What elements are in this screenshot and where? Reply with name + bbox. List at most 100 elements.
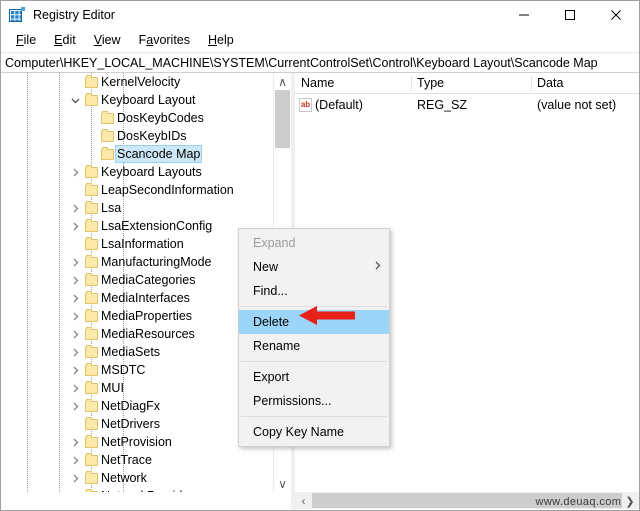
tree-item-label: MediaCategories [101,273,196,287]
context-menu-item-find[interactable]: Find... [239,279,389,303]
minimize-button[interactable] [501,1,547,28]
folder-icon [83,379,99,397]
menu-edit[interactable]: Edit [45,31,85,49]
watermark: www.deuaq.com ❯ [535,495,635,509]
tree-item-mediasets[interactable]: MediaSets [1,343,273,361]
tree-item-label: Keyboard Layout [101,93,196,107]
folder-icon [83,181,99,199]
tree-item-doskeybids[interactable]: DosKeybIDs [1,127,273,145]
menu-file[interactable]: File [7,31,45,49]
tree-item-msdtc[interactable]: MSDTC [1,361,273,379]
context-menu[interactable]: Expand New Find... Delete Rename Export Permis… [238,228,390,447]
tree-item-label: LsaExtensionConfig [101,219,213,233]
tree-item-network[interactable]: Network [1,469,273,487]
tree-item-label: NetDiagFx [101,399,161,413]
chevron-right-icon[interactable] [67,163,83,181]
folder-icon [83,433,99,451]
tree-item-nettrace[interactable]: NetTrace [1,451,273,469]
chevron-right-icon[interactable] [67,469,83,487]
folder-icon [83,415,99,433]
chevron-right-icon[interactable] [67,361,83,379]
tree-item-manufacturingmode[interactable]: ManufacturingMode [1,253,273,271]
tree-item-lsa[interactable]: Lsa [1,199,273,217]
tree-item-netdrivers[interactable]: NetDrivers [1,415,273,433]
tree-item-kernelvelocity[interactable]: KernelVelocity [1,73,273,91]
chevron-right-icon[interactable] [67,199,83,217]
title-bar: Registry Editor [1,1,639,28]
chevron-right-icon[interactable] [67,253,83,271]
chevron-right-icon[interactable] [67,433,83,451]
tree-item-mediainterfaces[interactable]: MediaInterfaces [1,289,273,307]
key-tree[interactable]: KernelVelocity Keyboard Layout DosKeybCode… [1,73,273,492]
list-hscroll-left-arrow[interactable]: ‹ [295,492,312,509]
context-menu-item-export[interactable]: Export [239,365,389,389]
menu-help[interactable]: Help [199,31,243,49]
tree-item-label: LeapSecondInformation [101,183,234,197]
menu-view[interactable]: View [85,31,130,49]
tree-item-label: NetTrace [101,453,152,467]
tree-item-lsaextensionconfig[interactable]: LsaExtensionConfig [1,217,273,235]
context-menu-item-label: Permissions... [253,394,332,408]
content-area: KernelVelocity Keyboard Layout DosKeybCode… [1,73,639,510]
chevron-down-icon[interactable] [67,91,83,109]
tree-item-doskeybcodes[interactable]: DosKeybCodes [1,109,273,127]
chevron-right-icon[interactable] [67,397,83,415]
context-menu-item-copy-key-name[interactable]: Copy Key Name [239,420,389,444]
chevron-right-icon[interactable] [67,289,83,307]
column-header-data[interactable]: Data [531,73,639,93]
folder-icon [83,307,99,325]
tree-item-label: MediaSets [101,345,161,359]
table-row[interactable]: ab (Default) REG_SZ (value not set) [295,95,639,115]
address-bar[interactable]: Computer\HKEY_LOCAL_MACHINE\SYSTEM\Curre… [1,52,639,73]
chevron-right-icon[interactable] [67,271,83,289]
tree-item-label: LsaInformation [101,237,184,251]
chevron-right-icon[interactable] [67,451,83,469]
tree-item-keyboard-layout[interactable]: Keyboard Layout [1,91,273,109]
chevron-right-icon[interactable] [67,217,83,235]
tree-item-scancode-map[interactable]: Scancode Map [1,145,273,163]
tree-item-mediaresources[interactable]: MediaResources [1,325,273,343]
chevron-right-icon[interactable] [67,325,83,343]
tree-item-label: Lsa [101,201,122,215]
tree-scrollbar-thumb[interactable] [275,90,290,148]
maximize-button[interactable] [547,1,593,28]
tree-item-lsainformation[interactable]: LsaInformation [1,235,273,253]
tree-item-label: MediaInterfaces [101,291,190,305]
tree-item-label: Network [101,471,147,485]
tree-item-label: MediaResources [101,327,195,341]
tree-item-label: MSDTC [101,363,146,377]
tree-scroll-down-arrow[interactable]: ∨ [274,475,290,492]
chevron-right-icon[interactable] [67,343,83,361]
context-menu-item-label: Rename [253,339,301,353]
folder-icon [83,91,99,109]
tree-item-netdiagfx[interactable]: NetDiagFx [1,397,273,415]
context-menu-item-rename[interactable]: Rename [239,334,389,358]
context-menu-item-new[interactable]: New [239,255,389,279]
column-header-type[interactable]: Type [411,73,531,93]
tree-item-label: KernelVelocity [101,75,181,89]
tree-item-mui[interactable]: MUI [1,379,273,397]
tree-item-mediacategories[interactable]: MediaCategories [1,271,273,289]
folder-icon [83,289,99,307]
tree-item-mediaproperties[interactable]: MediaProperties [1,307,273,325]
column-header-name[interactable]: Name [295,73,411,93]
chevron-right-icon[interactable] [67,379,83,397]
tree-item-netprovision[interactable]: NetProvision [1,433,273,451]
window-title: Registry Editor [33,7,115,22]
context-menu-item-permissions[interactable]: Permissions... [239,389,389,413]
chevron-right-icon[interactable] [67,307,83,325]
folder-icon [99,127,115,145]
tree-scroll-up-arrow[interactable]: ∧ [274,73,290,90]
tree-item-leapsecondinformation[interactable]: LeapSecondInformation [1,181,273,199]
tree-item-label: ManufacturingMode [101,255,212,269]
tree-item-keyboard-layouts[interactable]: Keyboard Layouts [1,163,273,181]
menu-favorites[interactable]: Favorites [130,31,199,49]
watermark-text: www.deuaq.com [535,495,622,508]
close-button[interactable] [593,1,639,28]
value-name: (Default) [315,98,363,112]
